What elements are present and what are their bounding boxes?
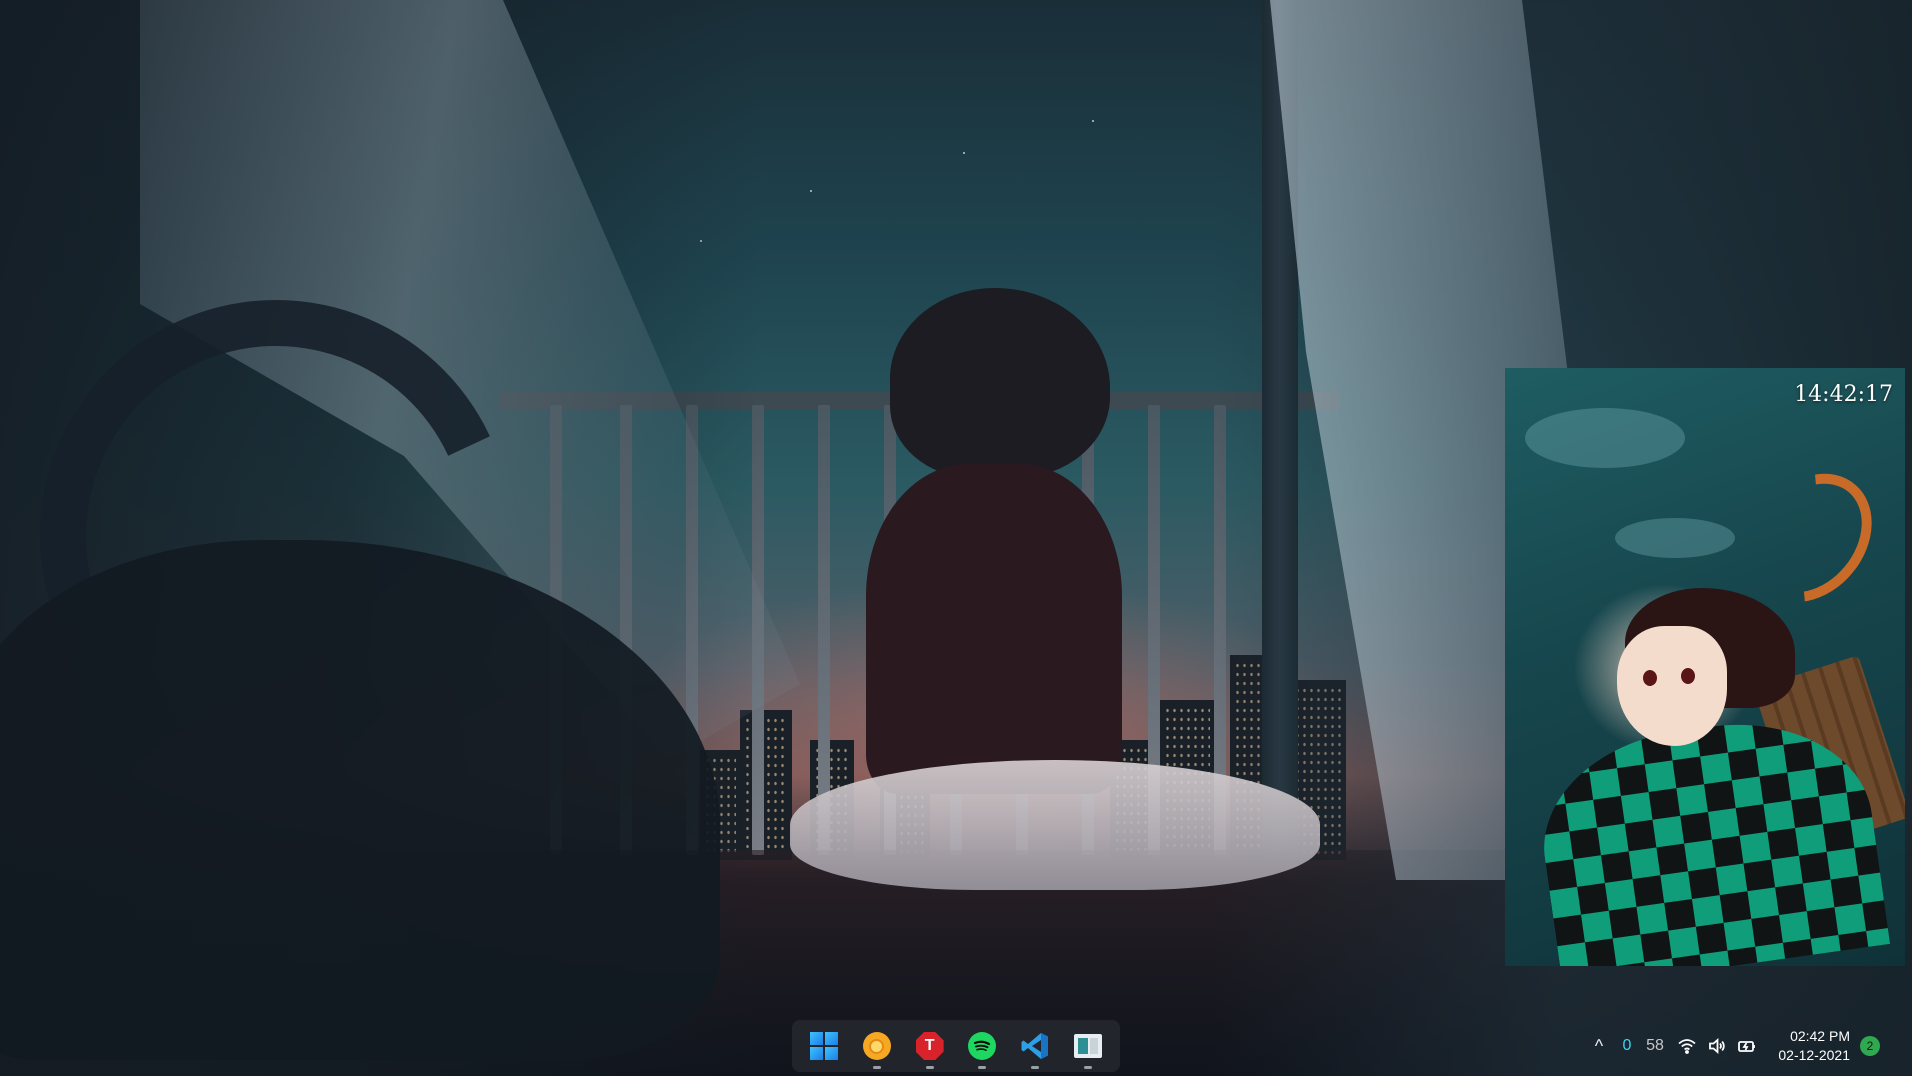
girl-silhouette-hair bbox=[890, 288, 1110, 478]
stop-sign-app-icon: T bbox=[915, 1032, 944, 1060]
taskbar-time: 02:42 PM bbox=[1790, 1028, 1850, 1044]
explorer-icon bbox=[1073, 1034, 1102, 1058]
start-button[interactable] bbox=[801, 1023, 847, 1069]
chrome-icon bbox=[862, 1032, 891, 1060]
vscode-icon bbox=[1021, 1033, 1048, 1059]
wifi-icon[interactable] bbox=[1672, 1020, 1702, 1072]
running-indicator bbox=[925, 1066, 934, 1069]
running-indicator bbox=[1083, 1066, 1092, 1069]
network-upload-speed[interactable]: 0 bbox=[1616, 1020, 1638, 1072]
volume-icon[interactable] bbox=[1702, 1020, 1732, 1072]
taskbar-app-chrome[interactable] bbox=[854, 1023, 900, 1069]
desktop[interactable]: 14:42:17 T ^ 0 58 02:42 PM 02-12-2021 2 bbox=[0, 0, 1912, 1076]
windows-logo-icon bbox=[810, 1032, 839, 1060]
taskbar-clock[interactable]: 02:42 PM 02-12-2021 bbox=[1762, 1027, 1856, 1065]
taskbar-app-spotify[interactable] bbox=[959, 1023, 1005, 1069]
running-indicator bbox=[978, 1066, 987, 1069]
taskbar-app-t[interactable]: T bbox=[907, 1023, 953, 1069]
girl-silhouette-body bbox=[866, 464, 1122, 794]
notification-badge[interactable]: 2 bbox=[1860, 1036, 1880, 1056]
star bbox=[963, 152, 965, 154]
show-hidden-icons-chevron-icon[interactable]: ^ bbox=[1582, 1020, 1616, 1072]
network-download-speed[interactable]: 58 bbox=[1638, 1020, 1672, 1072]
running-indicator bbox=[1030, 1066, 1039, 1069]
anime-clock-widget[interactable]: 14:42:17 bbox=[1505, 368, 1905, 966]
taskbar: T bbox=[792, 1020, 1120, 1072]
star bbox=[1092, 120, 1094, 122]
running-indicator bbox=[872, 1066, 881, 1069]
widget-art-face bbox=[1617, 626, 1727, 746]
taskbar-date: 02-12-2021 bbox=[1778, 1047, 1850, 1063]
spotify-icon bbox=[968, 1032, 997, 1060]
widget-clock-time: 14:42:17 bbox=[1794, 382, 1893, 407]
system-tray: ^ 0 58 02:42 PM 02-12-2021 2 bbox=[1582, 1020, 1908, 1072]
battery-charging-icon[interactable] bbox=[1732, 1020, 1762, 1072]
girl-silhouette-skirt bbox=[790, 760, 1320, 890]
star bbox=[810, 190, 812, 192]
taskbar-app-vscode[interactable] bbox=[1012, 1023, 1058, 1069]
taskbar-app-explorer[interactable] bbox=[1065, 1023, 1111, 1069]
